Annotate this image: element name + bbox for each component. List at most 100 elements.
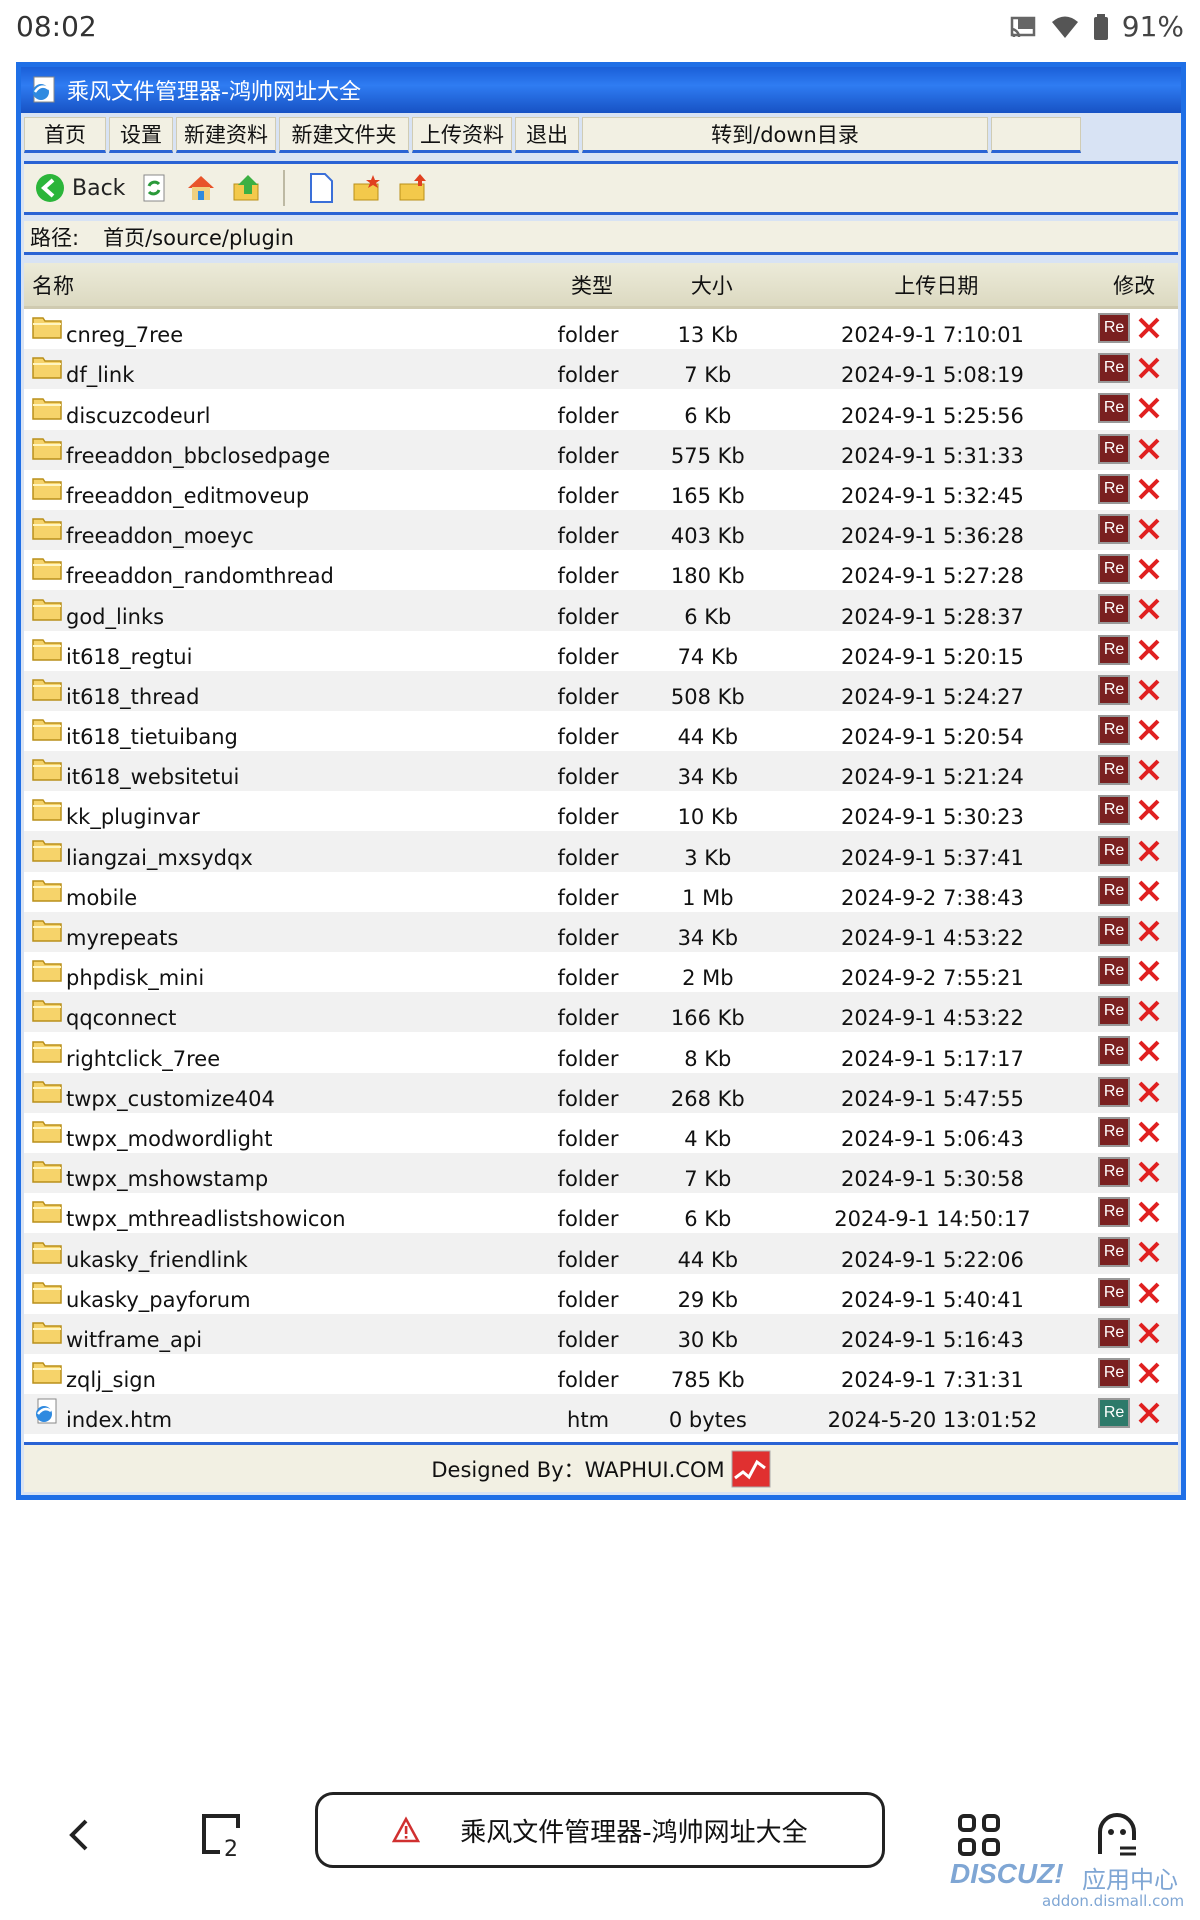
rename-button[interactable]: Re (1098, 433, 1131, 464)
rename-button[interactable]: Re (1098, 1237, 1131, 1268)
file-name-link[interactable]: god_links (66, 605, 164, 629)
back-button[interactable]: Back (34, 172, 125, 204)
delete-x-icon[interactable] (1136, 878, 1162, 904)
rename-button[interactable]: Re (1098, 875, 1131, 906)
rename-button[interactable]: Re (1098, 1317, 1131, 1348)
rename-button[interactable]: Re (1098, 1157, 1131, 1188)
rename-button[interactable]: Re (1098, 514, 1131, 545)
file-name-link[interactable]: cnreg_7ree (66, 323, 183, 347)
file-name-link[interactable]: qqconnect (66, 1006, 176, 1030)
file-name-link[interactable]: myrepeats (66, 926, 178, 950)
file-name-link[interactable]: zqlj_sign (66, 1368, 156, 1392)
rename-button[interactable]: Re (1098, 915, 1131, 946)
file-name-link[interactable]: phpdisk_mini (66, 966, 204, 990)
delete-x-icon[interactable] (1136, 1079, 1162, 1105)
header-type[interactable]: 类型 (543, 270, 633, 300)
delete-x-icon[interactable] (1136, 838, 1162, 864)
menu-upload[interactable]: 上传资料 (412, 117, 512, 153)
rename-button[interactable]: Re (1098, 393, 1131, 424)
rename-button[interactable]: Re (1098, 353, 1131, 384)
rename-button[interactable]: Re (1098, 1076, 1131, 1107)
home-button[interactable] (185, 172, 217, 204)
file-name-link[interactable]: freeaddon_bbclosedpage (66, 444, 330, 468)
file-name-link[interactable]: df_link (66, 363, 134, 387)
delete-x-icon[interactable] (1136, 637, 1162, 663)
menu-new-file[interactable]: 新建资料 (176, 117, 276, 153)
delete-x-icon[interactable] (1136, 1280, 1162, 1306)
new-file-button[interactable] (305, 172, 337, 204)
delete-x-icon[interactable] (1136, 315, 1162, 341)
file-name-link[interactable]: twpx_mthreadlistshowicon (66, 1207, 346, 1231)
upload-folder-button[interactable] (397, 172, 429, 204)
delete-x-icon[interactable] (1136, 1199, 1162, 1225)
tabs-count-icon[interactable]: 2 (196, 1810, 246, 1860)
file-name-link[interactable]: freeaddon_randomthread (66, 564, 334, 588)
file-name-link[interactable]: rightclick_7ree (66, 1047, 220, 1071)
delete-x-icon[interactable] (1136, 797, 1162, 823)
up-folder-button[interactable] (231, 172, 263, 204)
delete-x-icon[interactable] (1136, 998, 1162, 1024)
delete-x-icon[interactable] (1136, 1159, 1162, 1185)
file-name-link[interactable]: it618_websitetui (66, 765, 239, 789)
delete-x-icon[interactable] (1136, 516, 1162, 542)
new-folder-button[interactable] (351, 172, 383, 204)
file-name-link[interactable]: twpx_customize404 (66, 1087, 275, 1111)
menu-settings[interactable]: 设置 (109, 117, 173, 153)
file-name-link[interactable]: liangzai_mxsydqx (66, 846, 253, 870)
rename-button[interactable]: Re (1098, 634, 1131, 665)
apps-grid-icon[interactable] (954, 1810, 1004, 1860)
file-name-link[interactable]: ukasky_payforum (66, 1288, 251, 1312)
rename-button[interactable]: Re (1098, 1357, 1131, 1388)
header-date[interactable]: 上传日期 (783, 270, 1082, 300)
delete-x-icon[interactable] (1136, 1400, 1162, 1426)
menu-goto-down[interactable]: 转到/down目录 (582, 117, 988, 153)
rename-button[interactable]: Re (1098, 1116, 1131, 1147)
rename-button[interactable]: Re (1098, 755, 1131, 786)
rename-button[interactable]: Re (1098, 473, 1131, 504)
delete-x-icon[interactable] (1136, 1038, 1162, 1064)
menu-empty[interactable] (991, 117, 1081, 153)
refresh-button[interactable] (139, 172, 171, 204)
rename-button[interactable]: Re (1098, 1197, 1131, 1228)
delete-x-icon[interactable] (1136, 1360, 1162, 1386)
file-name-link[interactable]: it618_regtui (66, 645, 192, 669)
file-name-link[interactable]: witframe_api (66, 1328, 202, 1352)
file-name-link[interactable]: kk_pluginvar (66, 805, 200, 829)
chart-logo-icon[interactable] (731, 1450, 771, 1488)
file-name-link[interactable]: twpx_mshowstamp (66, 1167, 268, 1191)
delete-x-icon[interactable] (1136, 556, 1162, 582)
delete-x-icon[interactable] (1136, 1239, 1162, 1265)
delete-x-icon[interactable] (1136, 355, 1162, 381)
file-name-link[interactable]: freeaddon_editmoveup (66, 484, 309, 508)
rename-button[interactable]: Re (1098, 313, 1131, 344)
rename-button[interactable]: Re (1098, 1398, 1131, 1429)
rename-button[interactable]: Re (1098, 956, 1131, 987)
rename-button[interactable]: Re (1098, 554, 1131, 585)
delete-x-icon[interactable] (1136, 1119, 1162, 1145)
menu-home[interactable]: 首页 (24, 117, 106, 153)
delete-x-icon[interactable] (1136, 1320, 1162, 1346)
header-size[interactable]: 大小 (633, 270, 783, 300)
file-name-link[interactable]: discuzcodeurl (66, 404, 210, 428)
delete-x-icon[interactable] (1136, 596, 1162, 622)
rename-button[interactable]: Re (1098, 1277, 1131, 1308)
delete-x-icon[interactable] (1136, 476, 1162, 502)
rename-button[interactable]: Re (1098, 714, 1131, 745)
delete-x-icon[interactable] (1136, 436, 1162, 462)
file-name-link[interactable]: it618_thread (66, 685, 200, 709)
delete-x-icon[interactable] (1136, 757, 1162, 783)
header-name[interactable]: 名称 (24, 270, 543, 300)
file-name-link[interactable]: index.htm (66, 1408, 172, 1432)
menu-exit[interactable]: 退出 (515, 117, 579, 153)
file-name-link[interactable]: freeaddon_moeyc (66, 524, 254, 548)
chevron-left-icon[interactable] (60, 1815, 100, 1855)
file-name-link[interactable]: it618_tietuibang (66, 725, 238, 749)
rename-button[interactable]: Re (1098, 1036, 1131, 1067)
rename-button[interactable]: Re (1098, 594, 1131, 625)
delete-x-icon[interactable] (1136, 677, 1162, 703)
file-name-link[interactable]: twpx_modwordlight (66, 1127, 272, 1151)
file-name-link[interactable]: ukasky_friendlink (66, 1248, 248, 1272)
rename-button[interactable]: Re (1098, 996, 1131, 1027)
delete-x-icon[interactable] (1136, 717, 1162, 743)
file-name-link[interactable]: mobile (66, 886, 137, 910)
